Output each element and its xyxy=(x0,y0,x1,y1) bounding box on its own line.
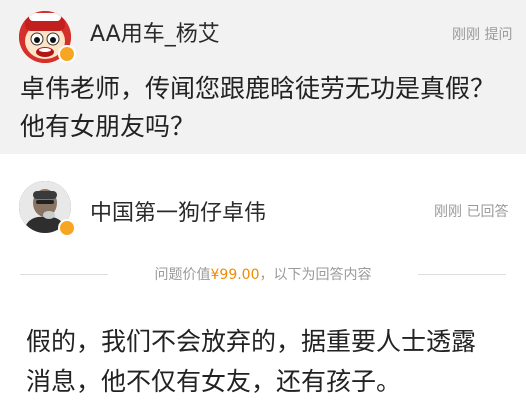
question-text-line: 卓伟老师，传闻您跟鹿晗徒劳无功是真假？ xyxy=(20,74,496,103)
question-username[interactable]: AA用车_杨艾 xyxy=(90,16,220,48)
divider-line xyxy=(20,274,108,275)
divider-line xyxy=(418,274,506,275)
verified-badge-icon xyxy=(58,219,76,237)
price-notice-prefix: 问题价值 xyxy=(154,267,211,283)
verified-badge-icon xyxy=(58,45,76,63)
price-notice-suffix: ，以下为回答内容 xyxy=(259,267,372,283)
price-divider: 问题价值¥99.00，以下为回答内容 xyxy=(20,262,506,286)
answer-text-line: 消息，他不仅有女友，还有孩子。 xyxy=(26,367,402,396)
question-price: ¥99.00 xyxy=(210,267,260,283)
answer-text-line: 假的，我们不会放弃的，据重要人士透露 xyxy=(26,327,477,356)
price-notice: 问题价值¥99.00，以下为回答内容 xyxy=(120,264,406,284)
answer-username[interactable]: 中国第一狗仔卓伟 xyxy=(90,195,266,227)
question-timestamp: 刚刚 提问 xyxy=(452,27,513,43)
answer-text: 假的，我们不会放弃的，据重要人士透露 消息，他不仅有女友，还有孩子。 xyxy=(26,322,521,402)
question-text-line: 他有女朋友吗？ xyxy=(20,112,196,141)
answer-timestamp: 刚刚 已回答 xyxy=(434,204,509,220)
question-text: 卓伟老师，传闻您跟鹿晗徒劳无功是真假？ 他有女朋友吗？ xyxy=(20,70,520,146)
